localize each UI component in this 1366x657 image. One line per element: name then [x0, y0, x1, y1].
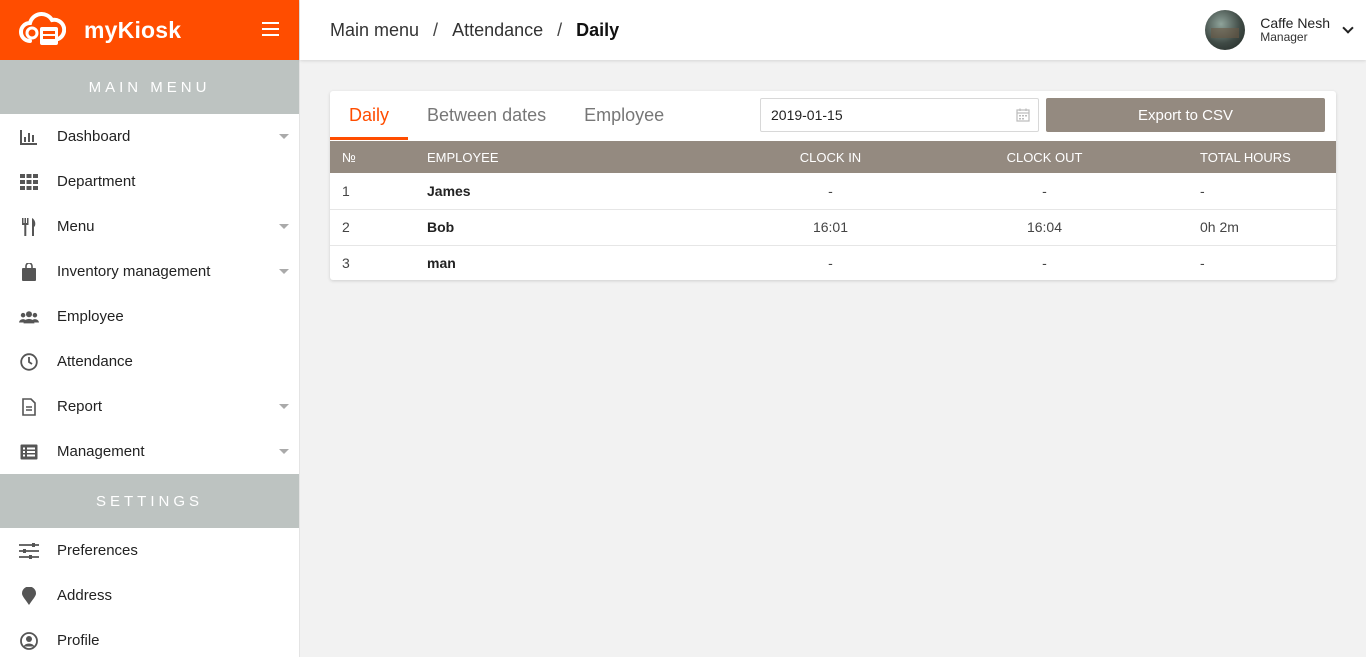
date-value: 2019-01-15 [771, 107, 843, 123]
cell-clock-out: - [1042, 182, 1047, 199]
sidebar-item-label: Menu [57, 218, 95, 235]
map-pin-icon [19, 586, 39, 606]
settings-heading: SETTINGS [0, 474, 299, 528]
table-row: 2 Bob 16:01 16:04 0h 2m [330, 208, 1336, 245]
sidebar-item-menu[interactable]: Menu [0, 204, 299, 249]
shopping-bag-icon [19, 262, 39, 282]
sliders-icon [19, 541, 39, 561]
sidebar-item-profile[interactable]: Profile [0, 618, 299, 657]
sidebar-item-label: Department [57, 173, 136, 190]
date-field[interactable]: 2019-01-15 [760, 98, 1039, 132]
attendance-card: Daily Between dates Employee 2019-01-15 … [330, 91, 1336, 281]
table-row: 1 James - - - [330, 173, 1336, 209]
table-header-row: № EMPLOYEE CLOCK IN CLOCK OUT TOTAL HOUR… [330, 141, 1336, 173]
column-header-total-hours: TOTAL HOURS [1200, 149, 1291, 165]
column-header-number: № [342, 149, 356, 165]
chevron-down-icon [1342, 22, 1354, 34]
fork-knife-icon [19, 217, 39, 237]
sidebar-item-label: Address [57, 587, 113, 604]
brand-name: myKiosk [84, 16, 182, 43]
sidebar-item-inventory[interactable]: Inventory management [0, 249, 299, 294]
bar-chart-icon [19, 127, 39, 147]
sidebar-item-label: Report [57, 398, 103, 415]
user-menu[interactable]: Caffe Nesh Manager [1205, 10, 1354, 50]
grid-icon [19, 172, 39, 192]
sidebar-item-label: Dashboard [57, 128, 131, 145]
sidebar-item-employee[interactable]: Employee [0, 294, 299, 339]
table-row: 3 man - - - [330, 244, 1336, 281]
column-header-clock-out: CLOCK OUT [1006, 149, 1083, 165]
attendance-table: № EMPLOYEE CLOCK IN CLOCK OUT TOTAL HOUR… [330, 141, 1336, 281]
cell-employee: man [427, 244, 704, 281]
cell-employee: James [427, 182, 471, 199]
breadcrumb-separator: / [557, 19, 563, 40]
sidebar-item-label: Management [57, 443, 145, 460]
calendar-icon[interactable] [1016, 108, 1030, 122]
sidebar-item-preferences[interactable]: Preferences [0, 528, 299, 573]
column-header-employee: EMPLOYEE [427, 149, 499, 165]
sidebar-item-report[interactable]: Report [0, 384, 299, 429]
cell-number: 1 [342, 182, 350, 199]
sidebar-item-label: Inventory management [57, 263, 211, 280]
tab-employee[interactable]: Employee [565, 91, 683, 140]
document-icon [19, 397, 39, 417]
cell-number: 2 [330, 208, 427, 245]
tab-bar: Daily Between dates Employee [330, 91, 683, 140]
export-csv-button[interactable]: Export to CSV [1046, 98, 1325, 132]
cell-clock-in: - [704, 244, 957, 281]
logo-icon [19, 12, 66, 45]
cell-total-hours: - [1132, 244, 1336, 281]
sidebar: myKiosk MAIN MENU Dashboard Department M… [0, 0, 300, 657]
sidebar-item-management[interactable]: Management [0, 429, 299, 474]
caret-down-icon [279, 269, 289, 274]
breadcrumb-current: Daily [576, 19, 620, 40]
sidebar-item-address[interactable]: Address [0, 573, 299, 618]
main-menu-heading: MAIN MENU [0, 60, 299, 114]
cell-clock-out: 16:04 [957, 208, 1132, 245]
breadcrumb: Main menu / Attendance / Daily [330, 20, 619, 41]
cell-total-hours: - [1200, 182, 1205, 199]
sidebar-item-label: Employee [57, 308, 124, 325]
column-header-clock-in: CLOCK IN [799, 149, 862, 165]
top-bar: Main menu / Attendance / Daily Caffe Nes… [300, 0, 1366, 60]
cell-clock-in: 16:01 [704, 208, 957, 245]
clock-icon [19, 352, 39, 372]
sidebar-item-label: Profile [57, 632, 100, 649]
caret-down-icon [279, 404, 289, 409]
list-icon [19, 442, 39, 462]
cell-total-hours: 0h 2m [1132, 208, 1336, 245]
brand-bar: myKiosk [0, 0, 299, 60]
hamburger-menu-icon[interactable] [262, 22, 279, 36]
breadcrumb-attendance[interactable]: Attendance [452, 20, 543, 41]
cell-number: 3 [330, 244, 427, 281]
caret-down-icon [279, 224, 289, 229]
sidebar-item-label: Preferences [57, 542, 138, 559]
cell-clock-out: - [957, 244, 1132, 281]
avatar [1205, 10, 1246, 50]
sidebar-item-department[interactable]: Department [0, 159, 299, 204]
user-name: Caffe Nesh [1260, 15, 1330, 31]
breadcrumb-separator: / [433, 19, 439, 40]
caret-down-icon [279, 449, 289, 454]
cell-employee: Bob [427, 208, 704, 245]
sidebar-item-label: Attendance [57, 353, 133, 370]
user-circle-icon [19, 631, 39, 651]
user-role: Manager [1260, 30, 1308, 44]
breadcrumb-main-menu[interactable]: Main menu [330, 20, 419, 41]
cell-clock-in: - [828, 182, 833, 199]
sidebar-item-dashboard[interactable]: Dashboard [0, 114, 299, 159]
tab-daily[interactable]: Daily [330, 91, 409, 140]
users-icon [19, 307, 39, 327]
tab-between-dates[interactable]: Between dates [408, 91, 565, 140]
sidebar-item-attendance[interactable]: Attendance [0, 339, 299, 384]
caret-down-icon [279, 134, 289, 139]
